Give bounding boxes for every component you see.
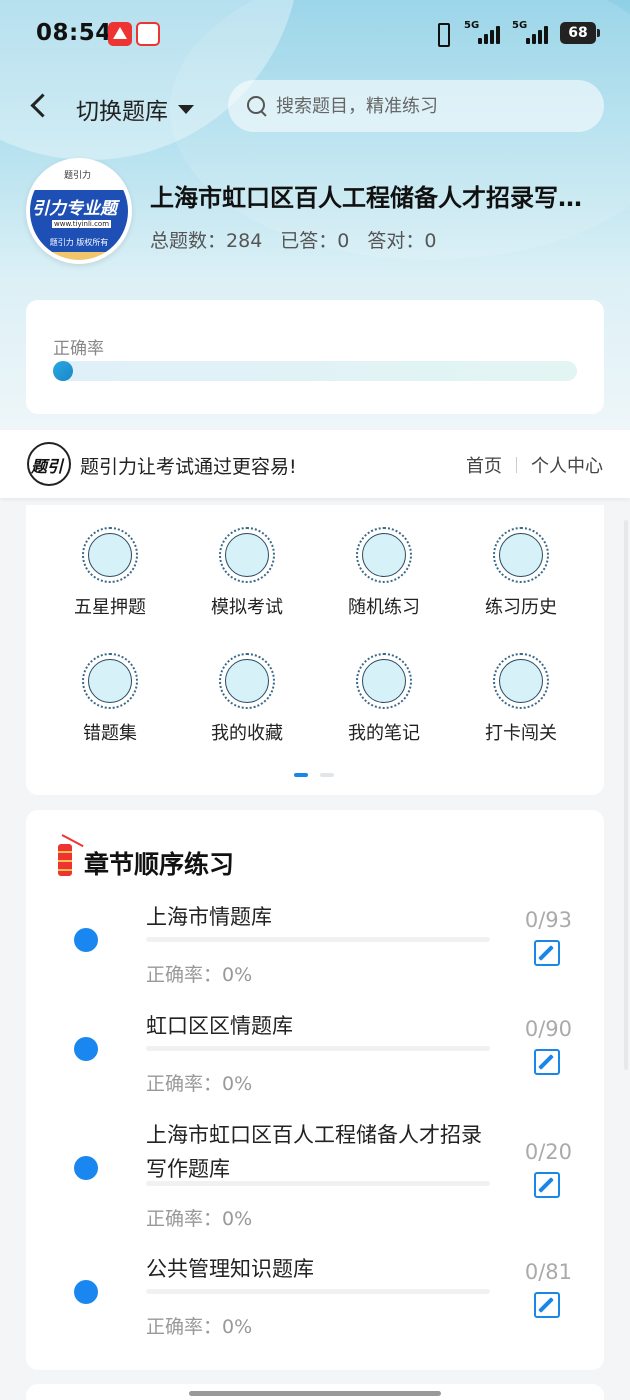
menu-item-mock-exam[interactable]: 模拟考试 xyxy=(187,527,307,619)
feature-grid: 五星押题 模拟考试 随机练习 练习历史 错题集 我的收藏 我的笔记 打卡闯关 xyxy=(26,505,604,795)
bank-stats: 总题数：284 已答：0 答对：0 xyxy=(150,226,437,253)
chapter-accuracy: 正确率：0% xyxy=(146,1316,253,1338)
nav-home-link[interactable]: 首页 xyxy=(466,452,502,478)
chapter-dot xyxy=(74,1037,98,1061)
chapter-progress-bar xyxy=(146,1046,490,1051)
menu-item-checkin[interactable]: 打卡闯关 xyxy=(461,653,581,745)
chapter-dot xyxy=(74,1156,98,1180)
chapter-count: 0/93 xyxy=(524,908,572,932)
accuracy-progress-knob xyxy=(53,361,73,381)
search-icon xyxy=(246,95,268,117)
head-icon xyxy=(88,659,132,703)
scrollbar[interactable] xyxy=(624,520,628,1070)
status-bar: 08:54 5G 5G 68 xyxy=(0,0,630,68)
chapter-accuracy: 正确率：0% xyxy=(146,1073,253,1095)
page-indicator xyxy=(294,773,334,777)
menu-item-favorites[interactable]: 我的收藏 xyxy=(187,653,307,745)
chapter-name: 上海市虹口区百人工程储备人才招录写作题库 xyxy=(146,1123,482,1181)
search-input[interactable] xyxy=(276,95,576,117)
signal-icon: 5G xyxy=(464,20,500,44)
accuracy-progress-bar xyxy=(53,361,577,381)
edit-icon[interactable] xyxy=(534,1292,560,1318)
brand-nav: 首页 个人中心 xyxy=(466,452,603,478)
answered-stat: 已答：0 xyxy=(280,230,350,252)
chapter-dot xyxy=(74,928,98,952)
battery-icon: 68 xyxy=(560,22,600,44)
id-card-icon xyxy=(88,533,132,577)
notification-app-icon-2 xyxy=(136,22,160,46)
edit-icon[interactable] xyxy=(534,1049,560,1075)
menu-item-history[interactable]: 练习历史 xyxy=(461,527,581,619)
history-icon xyxy=(499,533,543,577)
chapter-section-title: 章节顺序练习 xyxy=(84,850,235,879)
search-bar[interactable] xyxy=(228,80,604,132)
chapter-accuracy: 正确率：0% xyxy=(146,964,253,986)
edit-icon[interactable] xyxy=(534,1172,560,1198)
chapter-name: 虹口区区情题库 xyxy=(146,1014,293,1038)
speedometer-icon xyxy=(225,533,269,577)
sprout-icon xyxy=(499,659,543,703)
edit-icon[interactable] xyxy=(534,940,560,966)
chapter-name: 公共管理知识题库 xyxy=(146,1257,314,1281)
back-arrow-icon[interactable] xyxy=(28,94,52,118)
brand-logo: 题引力 xyxy=(27,442,71,486)
menu-item-wrong-set[interactable]: 错题集 xyxy=(50,653,170,745)
chapter-count: 0/81 xyxy=(524,1260,572,1284)
chapter-progress-bar xyxy=(146,1289,490,1294)
bank-logo: 题引力 引力专业题 www.tiyinli.com 题引力 版权所有 xyxy=(26,158,132,264)
chapter-count: 0/20 xyxy=(524,1140,572,1164)
bank-title: 上海市虹口区百人工程储备人才招录写作题库 xyxy=(150,184,602,212)
brand-bar: 题引力 题引力让考试通过更容易! 首页 个人中心 xyxy=(0,430,630,498)
firecracker-icon xyxy=(52,834,78,878)
chapter-dot xyxy=(74,1280,98,1304)
correct-stat: 答对：0 xyxy=(367,230,437,252)
nav-divider xyxy=(516,457,517,473)
chapter-progress-bar xyxy=(146,937,490,942)
menu-item-random-practice[interactable]: 随机练习 xyxy=(324,527,444,619)
nav-profile-link[interactable]: 个人中心 xyxy=(531,452,603,478)
switch-bank-dropdown[interactable]: 切换题库 xyxy=(76,92,194,126)
home-indicator[interactable] xyxy=(189,1391,441,1396)
status-time: 08:54 xyxy=(36,20,112,46)
vibrate-icon xyxy=(432,22,452,47)
network-icon xyxy=(362,533,406,577)
menu-item-notes[interactable]: 我的笔记 xyxy=(324,653,444,745)
heart-icon xyxy=(225,659,269,703)
total-stat: 总题数：284 xyxy=(150,230,263,252)
signal-icon-2: 5G xyxy=(512,20,548,44)
brand-slogan: 题引力让考试通过更容易! xyxy=(80,456,297,478)
chapter-card: 章节顺序练习 上海市情题库 正确率：0% 0/93 虹口区区情题库 正确率：0%… xyxy=(26,810,604,1370)
notification-app-icon xyxy=(108,22,132,46)
chapter-count: 0/90 xyxy=(524,1017,572,1041)
chapter-accuracy: 正确率：0% xyxy=(146,1208,253,1230)
menu-item-five-star[interactable]: 五星押题 xyxy=(50,527,170,619)
chapter-progress-bar xyxy=(146,1181,490,1186)
accuracy-label: 正确率 xyxy=(53,339,104,359)
chapter-name: 上海市情题库 xyxy=(146,905,272,929)
accuracy-card: 正确率 xyxy=(26,300,604,414)
note-icon xyxy=(362,659,406,703)
caret-down-icon xyxy=(178,104,194,114)
switch-bank-label: 切换题库 xyxy=(76,99,168,125)
